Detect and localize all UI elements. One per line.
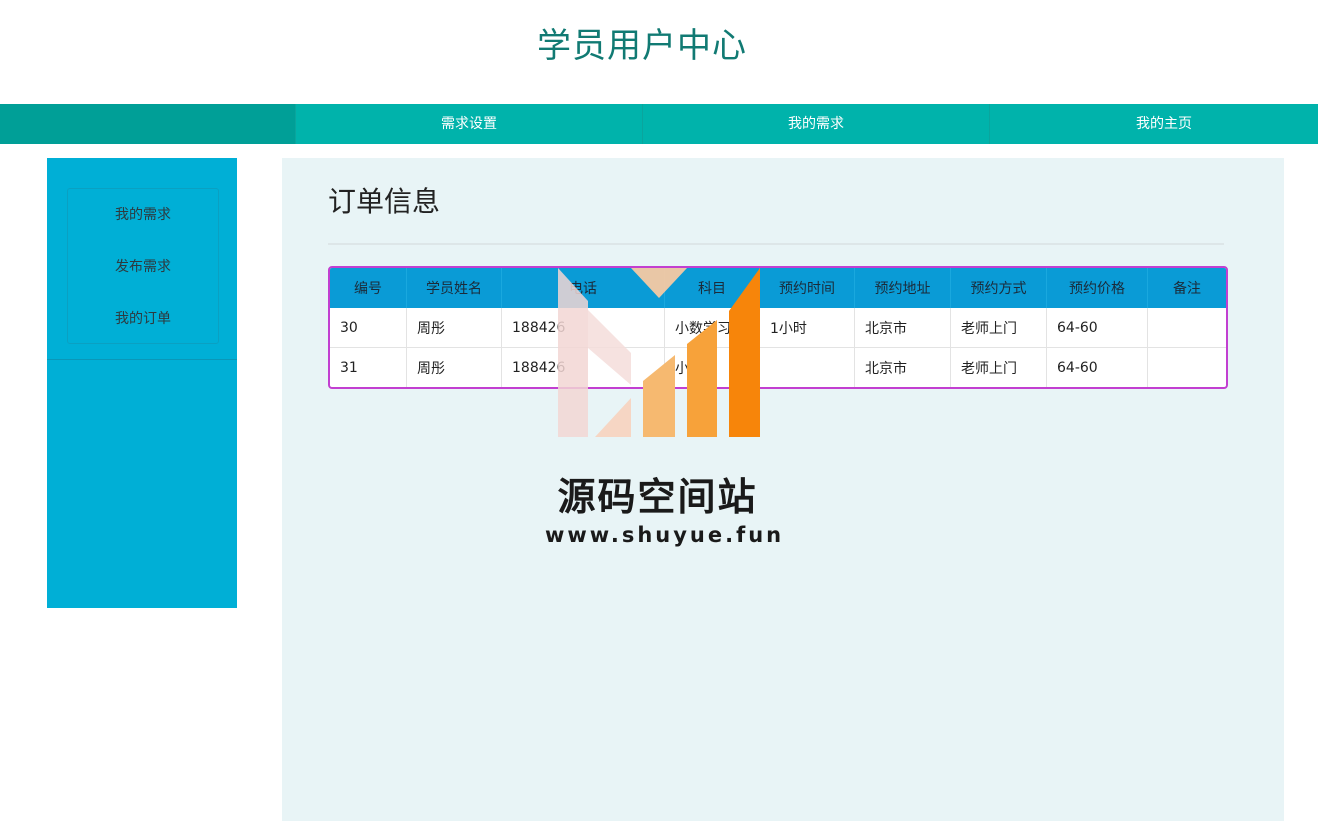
nav-item-demand-settings[interactable]: 需求设置: [295, 104, 642, 144]
table-cell: 北京市: [855, 347, 951, 387]
nav-item-my-homepage[interactable]: 我的主页: [989, 104, 1318, 144]
orders-table: 编号 学员姓名 电话 科目 预约时间 预约地址 预约方式 预约价格 备注 30 …: [328, 266, 1228, 389]
column-header: 电话: [502, 268, 665, 308]
table-header-row: 编号 学员姓名 电话 科目 预约时间 预约地址 预约方式 预约价格 备注: [330, 268, 1226, 308]
nav-item-my-demands[interactable]: 我的需求: [642, 104, 989, 144]
table-cell: 30: [330, 308, 407, 347]
content-divider: [328, 243, 1224, 245]
table-cell: [760, 347, 855, 387]
column-header: 预约方式: [951, 268, 1047, 308]
table-cell: 周彤: [407, 308, 502, 347]
column-header: 预约地址: [855, 268, 951, 308]
table-cell: 31: [330, 347, 407, 387]
column-header: 科目: [665, 268, 760, 308]
table-cell: 北京市: [855, 308, 951, 347]
table-cell: [1148, 347, 1226, 387]
sidebar-menu: 我的需求 发布需求 我的订单: [67, 188, 219, 344]
sidebar: 我的需求 发布需求 我的订单: [47, 158, 237, 608]
table-cell: 188426: [502, 347, 665, 387]
table-row: 31 周彤 188426 小学 北京市 老师上门 64-60: [330, 347, 1226, 387]
column-header: 学员姓名: [407, 268, 502, 308]
page-title: 学员用户中心: [537, 26, 747, 66]
table-cell: 1小时: [760, 308, 855, 347]
table-cell: 小数学习: [665, 308, 760, 347]
table-cell: 周彤: [407, 347, 502, 387]
sidebar-item-my-orders[interactable]: 我的订单: [68, 293, 218, 345]
table-cell: [1148, 308, 1226, 347]
table-row: 30 周彤 188426 小数学习 1小时 北京市 老师上门 64-60: [330, 308, 1226, 347]
navbar-left-block: [0, 104, 295, 144]
column-header: 预约价格: [1047, 268, 1148, 308]
top-navbar: 需求设置 我的需求 我的主页: [0, 104, 1318, 144]
sidebar-item-my-demands[interactable]: 我的需求: [68, 189, 218, 241]
table-cell: 小学: [665, 347, 760, 387]
table-cell: 老师上门: [951, 308, 1047, 347]
table-cell: 64-60: [1047, 308, 1148, 347]
sidebar-item-publish-demand[interactable]: 发布需求: [68, 241, 218, 293]
content-title: 订单信息: [328, 185, 441, 218]
column-header: 编号: [330, 268, 407, 308]
table-cell: 188426: [502, 308, 665, 347]
table-cell: 64-60: [1047, 347, 1148, 387]
main-content: 订单信息 编号 学员姓名 电话 科目 预约时间 预约地址 预约方式 预约价格 备…: [282, 158, 1284, 821]
column-header: 预约时间: [760, 268, 855, 308]
table-cell: 老师上门: [951, 347, 1047, 387]
sidebar-divider: [47, 359, 237, 360]
column-header: 备注: [1148, 268, 1226, 308]
